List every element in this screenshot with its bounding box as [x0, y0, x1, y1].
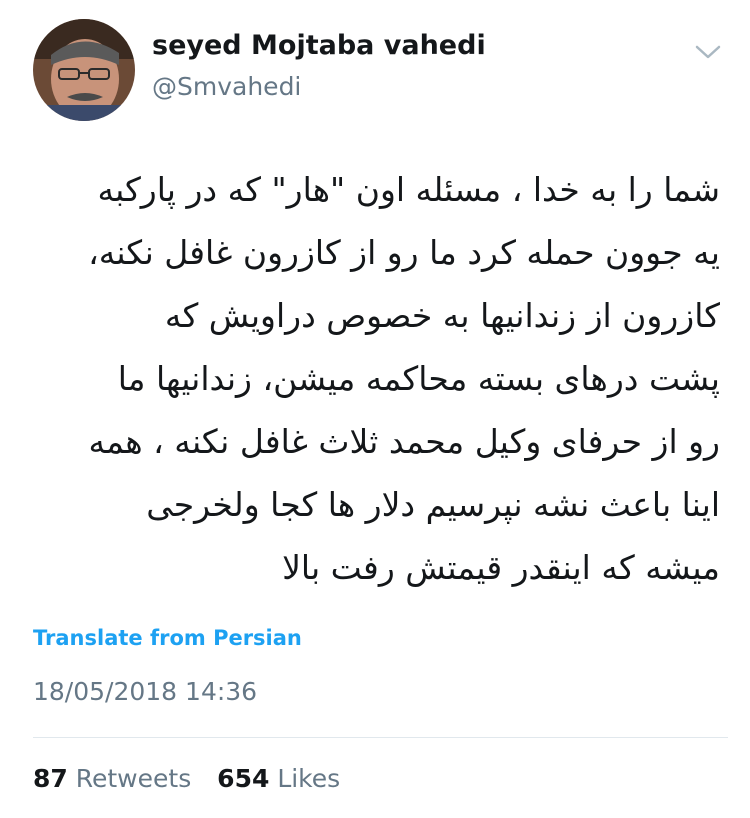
translate-link[interactable]: Translate from Persian — [33, 626, 302, 650]
likes-count: 654 — [217, 764, 270, 793]
tweet-timestamp[interactable]: 18/05/2018 14:36 — [33, 677, 257, 706]
avatar[interactable] — [33, 19, 135, 121]
avatar-image — [33, 19, 135, 121]
tweet-line: شما را به خدا ، مسئله اون "هار" که در پا… — [97, 170, 720, 209]
tweet-line: کازرون از زندانیها به خصوص دراویش که — [164, 296, 720, 335]
tweet-stats: 87 Retweets 654 Likes — [33, 764, 358, 793]
tweet-line: رو از حرفای وکیل محمد ثلاث غافل نکنه ، ه… — [88, 422, 720, 461]
tweet-line: یه جوون حمله کرد ما رو از کازرون غافل نک… — [88, 233, 720, 272]
retweets-count: 87 — [33, 764, 68, 793]
user-handle[interactable]: @Smvahedi — [152, 72, 301, 101]
display-name[interactable]: seyed Mojtaba vahedi — [152, 30, 486, 61]
tweet-line: پشت درهای بسته محاکمه میشن، زندانیها ما — [117, 359, 720, 398]
retweets-label: Retweets — [75, 764, 192, 793]
tweet-line: اینا باعث نشه نپرسیم دلار ها کجا ولخرجی — [146, 485, 720, 524]
likes-stat[interactable]: 654 Likes — [217, 764, 340, 793]
likes-label: Likes — [277, 764, 341, 793]
retweets-stat[interactable]: 87 Retweets — [33, 764, 191, 793]
divider — [33, 737, 728, 738]
tweet-line: میشه که اینقدر قیمتش رفت بالا — [282, 548, 720, 587]
chevron-down-icon[interactable] — [694, 42, 722, 62]
tweet-text: شما را به خدا ، مسئله اون "هار" که در پا… — [30, 158, 720, 599]
